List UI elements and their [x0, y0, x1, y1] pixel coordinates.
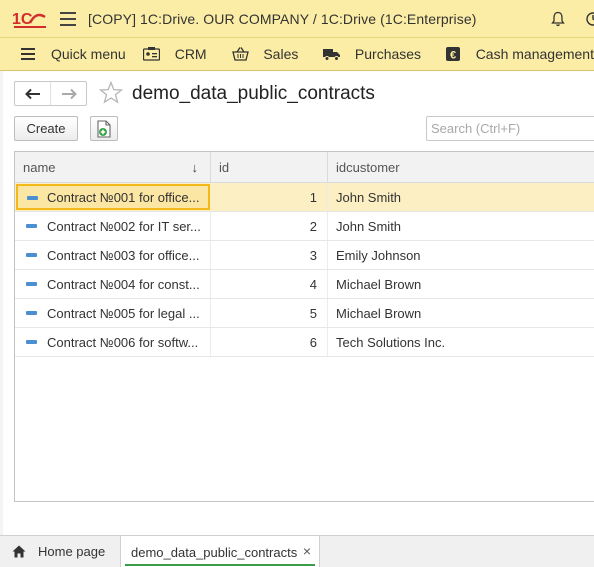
svg-text:1C: 1C — [12, 11, 33, 28]
cell-idcustomer[interactable]: John Smith — [328, 212, 594, 240]
page-title: demo_data_public_contracts — [132, 83, 375, 104]
list-entry-icon — [26, 253, 37, 257]
cell-text: Contract №005 for legal ... — [47, 305, 200, 321]
svg-text:€: € — [450, 50, 456, 62]
column-label: idcustomer — [336, 160, 400, 175]
column-header-id[interactable]: id — [211, 152, 328, 183]
history-icon[interactable] — [584, 10, 594, 28]
tab-label: demo_data_public_contracts — [131, 544, 298, 560]
table-row[interactable]: Contract №003 for office... 3 Emily John… — [15, 241, 594, 270]
cell-id[interactable]: 1 — [211, 183, 328, 211]
contracts-table: name ↓ id idcustomer Contract №001 for o… — [14, 151, 594, 502]
tab-home-page[interactable]: Home page — [0, 536, 120, 567]
cell-name[interactable]: Contract №006 for softw... — [15, 328, 211, 356]
left-edge-strip — [0, 71, 3, 535]
open-windows-bar: Home page demo_data_public_contracts × — [0, 535, 594, 567]
cell-text: Contract №002 for IT ser... — [47, 218, 201, 234]
section-panel: Quick menu CRM Sales Purchases € Cash ma… — [0, 38, 594, 71]
1c-logo-icon[interactable]: 1C — [12, 9, 48, 29]
table-row[interactable]: Contract №004 for const... 4 Michael Bro… — [15, 270, 594, 299]
section-crm[interactable]: CRM — [143, 38, 232, 70]
cell-name[interactable]: Contract №003 for office... — [15, 241, 211, 269]
column-header-idcustomer[interactable]: idcustomer — [328, 152, 594, 183]
list-icon — [19, 46, 37, 62]
table-header: name ↓ id idcustomer — [15, 152, 594, 183]
cell-id[interactable]: 4 — [211, 270, 328, 298]
section-label: Quick menu — [51, 46, 126, 62]
list-entry-icon — [26, 311, 37, 315]
close-icon[interactable]: × — [303, 543, 311, 559]
column-label: id — [219, 160, 230, 175]
arrow-left-icon — [24, 88, 40, 99]
contact-card-icon — [143, 46, 161, 62]
cell-text: Contract №006 for softw... — [47, 334, 199, 350]
arrow-right-icon — [61, 88, 77, 99]
sort-descending-icon: ↓ — [191, 160, 199, 175]
section-sales[interactable]: Sales — [231, 38, 323, 70]
column-header-name[interactable]: name ↓ — [15, 152, 211, 183]
table-row[interactable]: Contract №005 for legal ... 5 Michael Br… — [15, 299, 594, 328]
column-label: name — [23, 160, 56, 175]
cell-text: Contract №004 for const... — [47, 276, 200, 292]
basket-icon — [231, 46, 249, 62]
list-entry-icon — [26, 224, 37, 228]
section-quick-menu[interactable]: Quick menu — [0, 38, 143, 70]
cell-id[interactable]: 6 — [211, 328, 328, 356]
cell-id[interactable]: 3 — [211, 241, 328, 269]
cell-idcustomer[interactable]: Tech Solutions Inc. — [328, 328, 594, 356]
forward-button[interactable] — [50, 82, 86, 105]
cell-idcustomer[interactable]: Michael Brown — [328, 299, 594, 327]
cell-id[interactable]: 2 — [211, 212, 328, 240]
app-title: [COPY] 1C:Drive. OUR COMPANY / 1C:Drive … — [88, 10, 477, 27]
cell-idcustomer[interactable]: Emily Johnson — [328, 241, 594, 269]
table-row[interactable]: Contract №006 for softw... 6 Tech Soluti… — [15, 328, 594, 357]
euro-icon: € — [444, 46, 462, 62]
list-entry-icon — [27, 196, 38, 200]
list-entry-icon — [26, 340, 37, 344]
title-bar: 1C [COPY] 1C:Drive. OUR COMPANY / 1C:Dri… — [0, 0, 594, 38]
table-row[interactable]: Contract №002 for IT ser... 2 John Smith — [15, 212, 594, 241]
main-menu-icon[interactable] — [60, 11, 76, 26]
add-from-file-button[interactable] — [90, 116, 118, 141]
table-row[interactable]: Contract №001 for office... 1 John Smith — [15, 183, 594, 212]
section-label: Purchases — [354, 46, 422, 62]
section-label: Sales — [263, 46, 299, 62]
section-label: Cash management — [475, 46, 594, 62]
cell-idcustomer[interactable]: Michael Brown — [328, 270, 594, 298]
cell-name[interactable]: Contract №001 for office... — [16, 184, 210, 210]
truck-icon — [322, 46, 341, 62]
cell-idcustomer[interactable]: John Smith — [328, 183, 594, 211]
bell-icon[interactable] — [550, 11, 566, 27]
tab-demo-data-public-contracts[interactable]: demo_data_public_contracts × — [120, 536, 320, 567]
home-icon — [12, 545, 26, 558]
cell-name[interactable]: Contract №004 for const... — [15, 270, 211, 298]
section-label: CRM — [174, 46, 207, 62]
cell-text: Contract №003 for office... — [47, 247, 200, 263]
cell-id[interactable]: 5 — [211, 299, 328, 327]
back-button[interactable] — [15, 82, 50, 105]
cell-name[interactable]: Contract №002 for IT ser... — [15, 212, 211, 240]
search-input[interactable] — [426, 116, 594, 141]
cell-name[interactable]: Contract №005 for legal ... — [15, 299, 211, 327]
cell-text: Contract №001 for office... — [47, 189, 200, 205]
section-purchases[interactable]: Purchases — [322, 38, 444, 70]
tab-label: Home page — [38, 544, 106, 559]
history-nav — [14, 81, 87, 106]
section-cash-management[interactable]: € Cash management — [444, 38, 594, 70]
list-entry-icon — [26, 282, 37, 286]
favorite-star-icon[interactable] — [98, 80, 124, 105]
create-button[interactable]: Create — [14, 116, 78, 141]
add-document-icon — [97, 119, 111, 138]
